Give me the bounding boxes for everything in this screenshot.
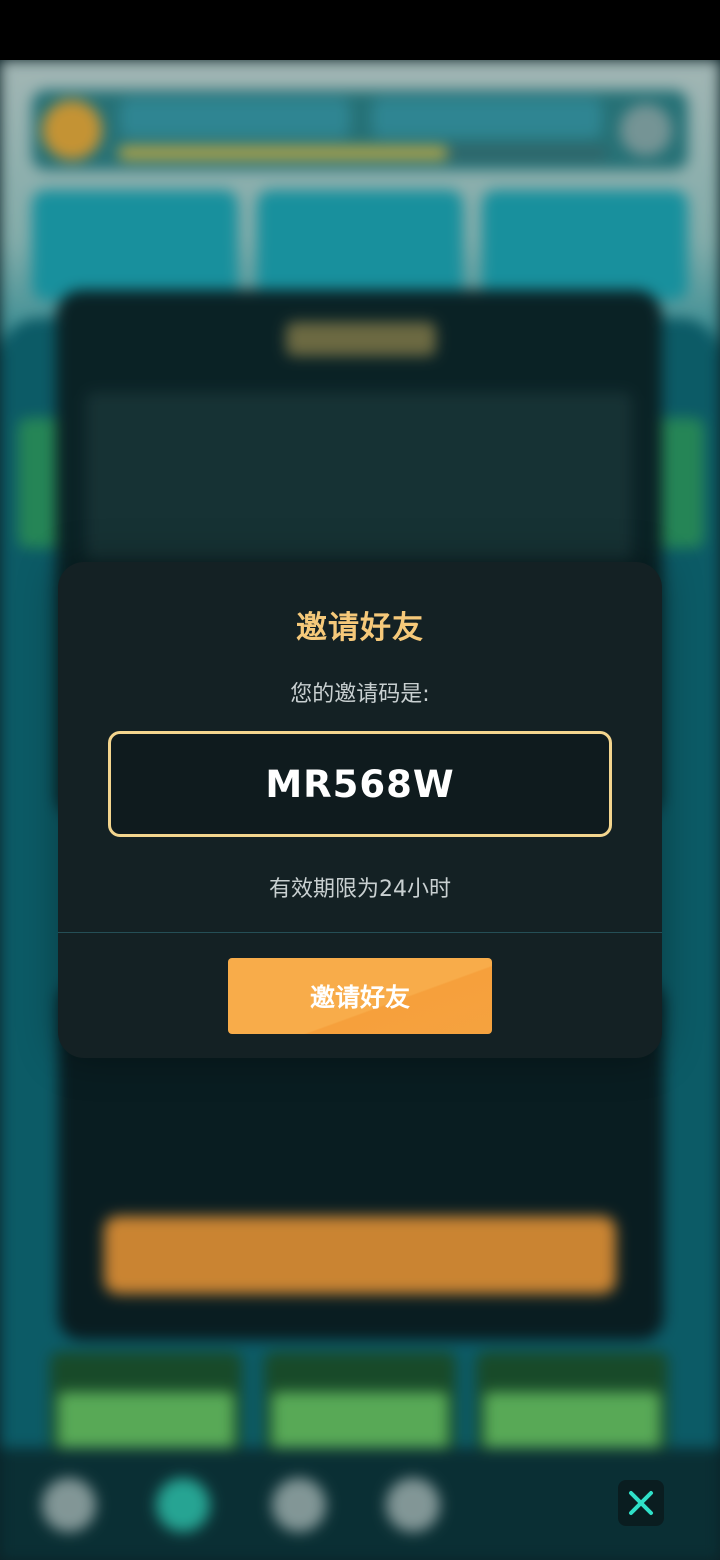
close-button[interactable] — [618, 1480, 664, 1526]
invite-friends-button[interactable]: 邀请好友 — [228, 958, 492, 1034]
close-icon — [629, 1491, 653, 1515]
invite-code-prompt: 您的邀请码是: — [290, 682, 430, 707]
invite-dialog: 邀请好友 您的邀请码是: MR568W 有效期限为24小时 邀请好友 — [58, 562, 662, 1058]
validity-note: 有效期限为24小时 — [269, 877, 451, 902]
invite-code-box[interactable]: MR568W — [108, 731, 612, 837]
dialog-title: 邀请好友 — [296, 610, 424, 646]
status-bar — [0, 0, 720, 60]
divider — [58, 932, 662, 933]
invite-code[interactable]: MR568W — [265, 763, 454, 806]
invite-friends-button-label: 邀请好友 — [309, 983, 410, 1012]
